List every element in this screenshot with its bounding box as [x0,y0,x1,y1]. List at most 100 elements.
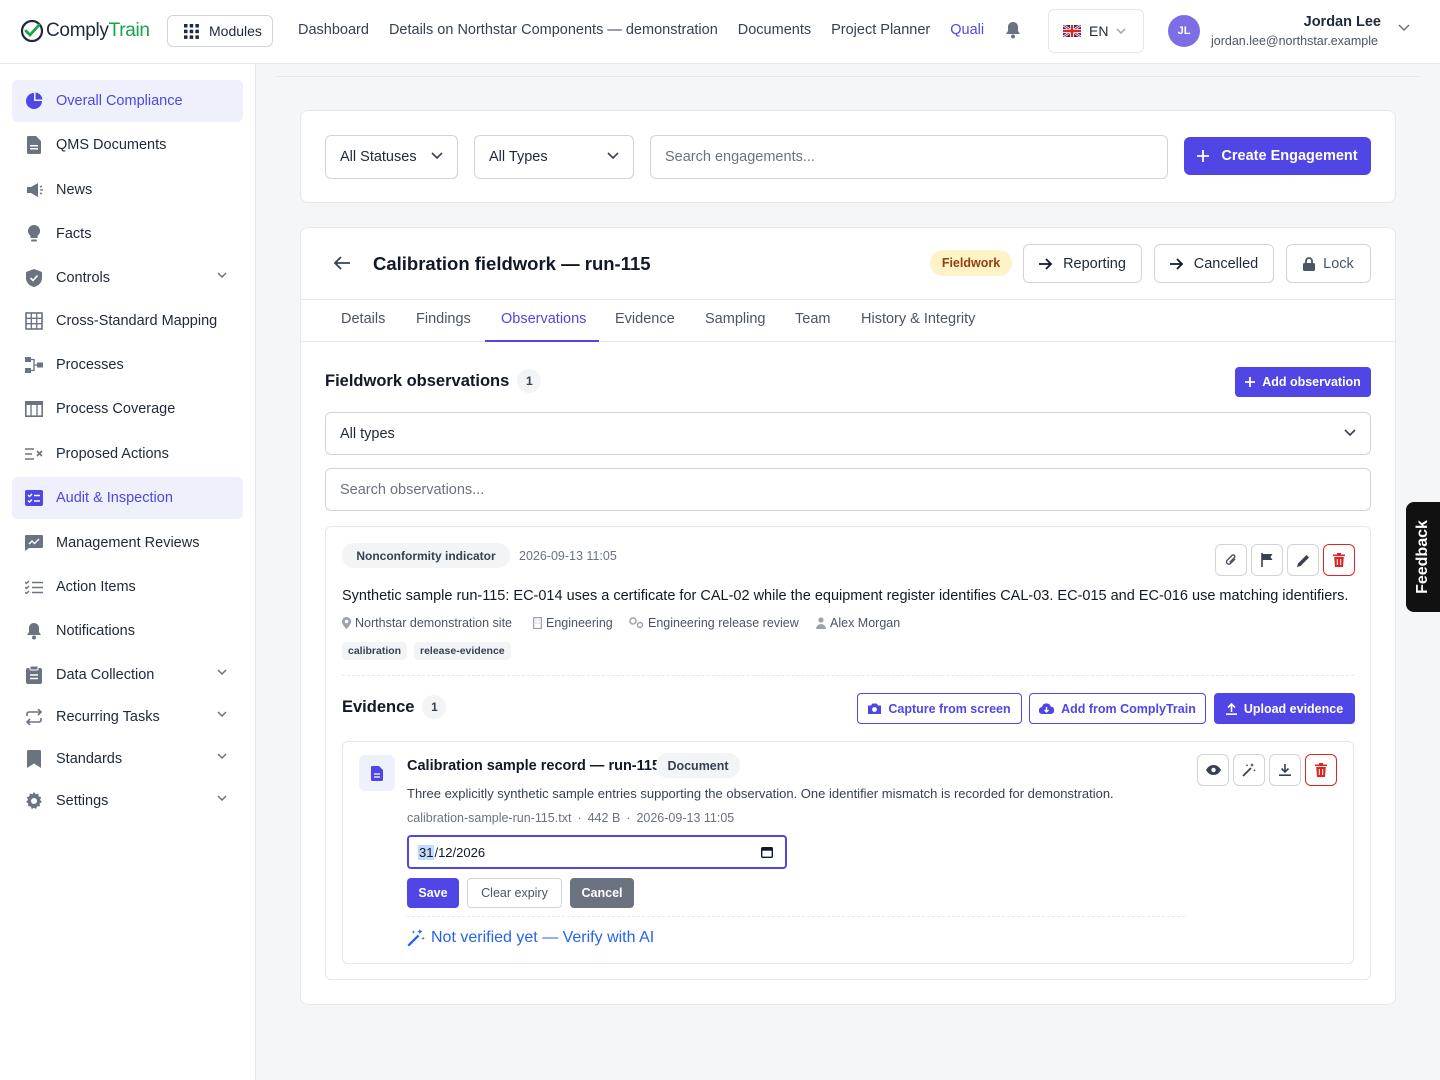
sidebar-item-controls[interactable]: Controls [12,257,243,299]
ai-verify-button[interactable] [1233,754,1265,786]
modules-button[interactable]: Modules [167,15,273,47]
observation-search-input[interactable]: Search observations... [325,468,1371,511]
document-icon [24,135,44,155]
download-evidence-button[interactable] [1269,754,1301,786]
app-logo[interactable]: Comply Train [20,17,150,45]
evidence-size: 442 B [587,811,621,825]
create-engagement-button[interactable]: Create Engagement [1184,137,1371,175]
process-icon [24,355,44,375]
capture-from-screen-button[interactable]: Capture from screen [857,693,1022,724]
sidebar-item-facts[interactable]: Facts [12,213,243,255]
move-to-cancelled-button[interactable]: Cancelled [1154,244,1274,283]
engagement-search-input[interactable]: Search engagements... [650,135,1168,179]
sidebar-item-label: Data Collection [56,667,155,683]
verify-with-ai-link[interactable]: Not verified yet — Verify with AI [407,929,654,947]
sidebar-item-recurring-tasks[interactable]: Recurring Tasks [12,696,243,738]
edit-button[interactable] [1287,544,1319,576]
sidebar-item-label: Settings [56,793,109,809]
sidebar-item-action-items[interactable]: Action Items [12,566,243,608]
back-arrow-icon[interactable] [333,255,351,271]
observation-department: Engineering [533,616,613,630]
delete-evidence-button[interactable] [1305,754,1337,786]
attach-button[interactable] [1215,544,1247,576]
tab-details[interactable]: Details [341,311,385,327]
sidebar-item-cross-standard-mapping[interactable]: Cross-Standard Mapping [12,300,243,342]
sidebar-item-settings[interactable]: Settings [12,780,243,822]
plus-icon [1197,150,1210,162]
language-selector[interactable]: EN [1048,9,1144,53]
nav-dashboard[interactable]: Dashboard [298,22,369,38]
tab-observations[interactable]: Observations [501,311,586,327]
top-bar: Comply Train Modules Dashboard Details on… [0,0,1440,64]
chart-icon [24,533,44,553]
lock-icon [1303,256,1316,271]
sidebar-item-management-reviews[interactable]: Management Reviews [12,522,243,564]
download-icon [1279,764,1291,776]
tab-team[interactable]: Team [795,311,830,327]
sidebar-item-qms-documents[interactable]: QMS Documents [12,124,243,166]
expiry-date-input[interactable]: 31/12/2026 [407,835,787,869]
observation-type-select[interactable]: All types [325,412,1371,455]
active-tab-indicator [485,340,599,342]
upload-evidence-label: Upload evidence [1243,701,1344,716]
flag-button[interactable] [1251,544,1283,576]
move-to-reporting-button[interactable]: Reporting [1023,244,1142,283]
sidebar-item-news[interactable]: News [12,169,243,211]
lock-button[interactable]: Lock [1286,244,1371,283]
sidebar-item-proposed-actions[interactable]: Proposed Actions [12,433,243,475]
cogs-icon [629,617,644,629]
nav-project-planner[interactable]: Project Planner [831,22,930,38]
evidence-date: 2026-09-13 11:05 [636,811,735,825]
save-expiry-button[interactable]: Save [407,878,459,908]
sidebar-item-process-coverage[interactable]: Process Coverage [12,388,243,430]
feedback-tab[interactable]: Feedback [1406,502,1440,612]
tab-sampling[interactable]: Sampling [705,311,765,327]
status-filter-select[interactable]: All Statuses [325,135,458,179]
modules-label: Modules [209,23,262,39]
add-from-complytrain-button[interactable]: Add from ComplyTrain [1029,693,1206,724]
tab-findings[interactable]: Findings [416,311,471,327]
sidebar-item-standards[interactable]: Standards [12,738,243,780]
observations-heading: Fieldwork observations [325,371,510,390]
cloud-download-icon [1039,703,1055,714]
chevron-down-icon [217,669,227,675]
pie-chart-icon [24,91,44,111]
engagement-search-placeholder: Search engagements... [665,149,815,165]
calendar-icon[interactable] [761,846,773,858]
delete-button[interactable] [1323,544,1355,576]
observations-header: Fieldwork observations 1 [325,369,542,393]
type-filter-select[interactable]: All Types [474,135,634,179]
nav-documents[interactable]: Documents [738,22,811,38]
sidebar-item-audit-inspection[interactable]: Audit & Inspection [12,477,243,519]
plus-icon [1245,377,1256,387]
upload-evidence-button[interactable]: Upload evidence [1214,693,1355,724]
sidebar-item-notifications[interactable]: Notifications [12,610,243,652]
sidebar-item-processes[interactable]: Processes [12,344,243,386]
engagement-title: Calibration fieldwork — run-115 [373,253,651,274]
top-nav: Dashboard Details on Northstar Component… [298,22,984,38]
sidebar-item-label: Audit & Inspection [56,490,173,506]
clear-expiry-button[interactable]: Clear expiry [467,878,562,908]
sidebar-item-label: Cross-Standard Mapping [56,313,218,329]
sidebar-item-overall-compliance[interactable]: Overall Compliance [12,80,243,122]
lock-label: Lock [1323,255,1354,272]
sidebar-item-label: Management Reviews [56,535,200,551]
bell-icon[interactable] [1005,21,1021,39]
tab-evidence[interactable]: Evidence [615,311,675,327]
user-name: Jordan Lee [1303,14,1381,30]
add-observation-button[interactable]: Add observation [1235,367,1371,397]
sidebar-item-label: Recurring Tasks [56,709,160,725]
evidence-kind-badge: Document [656,753,740,778]
arrow-right-icon [1169,257,1184,270]
sidebar-item-label: News [56,182,93,198]
preview-evidence-button[interactable] [1197,754,1229,786]
sidebar-item-data-collection[interactable]: Data Collection [12,654,243,696]
tab-history-integrity[interactable]: History & Integrity [861,311,975,327]
clipboard-icon [24,665,44,685]
paperclip-icon [1225,554,1236,565]
chevron-down-icon [217,753,227,759]
nav-details[interactable]: Details on Northstar Components — demons… [389,22,718,38]
cancel-expiry-button[interactable]: Cancel [570,878,634,908]
evidence-header: Evidence 1 [342,695,447,719]
nav-quali[interactable]: Quali [950,22,984,38]
